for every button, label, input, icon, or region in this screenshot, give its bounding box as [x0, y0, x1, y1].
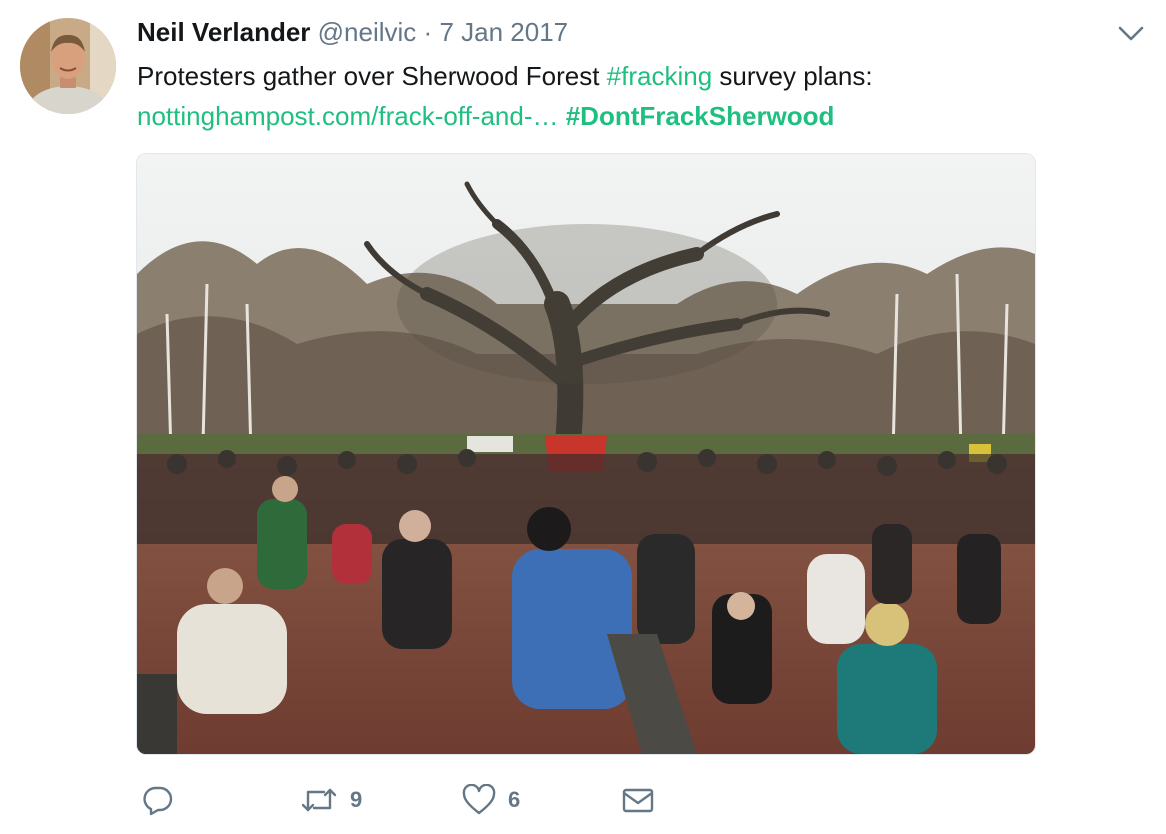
hashtag-fracking[interactable]: #fracking: [607, 61, 713, 91]
separator-dot: ·: [423, 17, 433, 47]
like-count: 6: [508, 787, 521, 812]
tweet-text-part: survey plans:: [712, 61, 873, 91]
tweet-text: Protesters gather over Sherwood Forest #…: [137, 56, 1137, 136]
like-button[interactable]: 6: [462, 778, 520, 822]
chevron-down-icon[interactable]: [1117, 22, 1145, 44]
reply-button[interactable]: [142, 778, 174, 822]
envelope-icon: [621, 784, 655, 816]
tweet-text-part: Protesters gather over Sherwood Forest: [137, 61, 607, 91]
author-name[interactable]: Neil Verlander: [137, 17, 310, 47]
tweet-actions: 9 6: [0, 778, 1166, 824]
retweet-button[interactable]: 9: [300, 778, 362, 822]
tweet-header: Neil Verlander @neilvic · 7 Jan 2017: [137, 16, 568, 48]
tweet-photo[interactable]: [136, 153, 1036, 755]
direct-message-button[interactable]: [621, 778, 655, 822]
reply-icon: [142, 784, 174, 816]
avatar-photo: [20, 18, 116, 114]
article-link[interactable]: nottinghampost.com/frack-off-and-…: [137, 101, 558, 131]
heart-icon: [462, 784, 496, 816]
hashtag-dontfracksherwood[interactable]: #DontFrackSherwood: [566, 101, 835, 131]
tweet-date[interactable]: 7 Jan 2017: [439, 17, 568, 47]
retweet-count: 9: [350, 787, 363, 812]
avatar[interactable]: [20, 18, 116, 114]
retweet-icon: [300, 784, 338, 816]
protest-photo: [137, 154, 1035, 754]
author-handle[interactable]: @neilvic: [318, 17, 417, 47]
